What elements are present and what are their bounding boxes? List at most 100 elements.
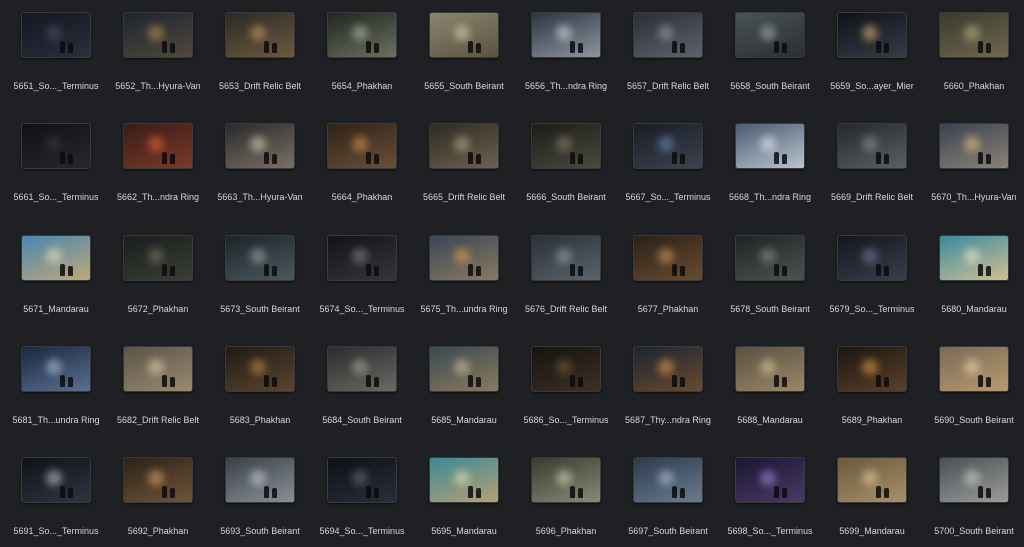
file-name[interactable]: 5665_Drift Relic Belt <box>413 192 515 202</box>
file-name[interactable]: 5663_Th...Hyura-Van <box>209 192 311 202</box>
file-name[interactable]: 5693_South Beirant <box>209 526 311 536</box>
file-name[interactable]: 5670_Th...Hyura-Van <box>923 192 1024 202</box>
file-name[interactable]: 5659_So...ayer_Mier <box>821 81 923 91</box>
file-name[interactable]: 5668_Th...ndra Ring <box>719 192 821 202</box>
file-thumbnail[interactable] <box>633 123 703 170</box>
file-name[interactable]: 5653_Drift Relic Belt <box>209 81 311 91</box>
file-thumbnail[interactable] <box>327 12 397 58</box>
file-name[interactable]: 5689_Phakhan <box>821 415 923 425</box>
file-name[interactable]: 5674_So..._Terminus <box>311 304 413 314</box>
file-name[interactable]: 5692_Phakhan <box>107 526 209 536</box>
file-thumbnail[interactable] <box>939 457 1009 504</box>
file-name[interactable]: 5684_South Beirant <box>311 415 413 425</box>
file-item[interactable]: 5690_South Beirant <box>923 334 1024 434</box>
file-name[interactable]: 5679_So..._Terminus <box>821 304 923 314</box>
file-item[interactable]: 5669_Drift Relic Belt <box>821 111 923 211</box>
file-item[interactable]: 5695_Mandarau <box>413 445 515 545</box>
file-item[interactable]: 5692_Phakhan <box>107 445 209 545</box>
file-name[interactable]: 5654_Phakhan <box>311 81 413 91</box>
file-item[interactable]: 5667_So..._Terminus <box>617 111 719 211</box>
file-name[interactable]: 5656_Th...ndra Ring <box>515 81 617 91</box>
file-name[interactable]: 5661_So..._Terminus <box>5 192 107 202</box>
file-item[interactable]: 5685_Mandarau <box>413 334 515 434</box>
file-name[interactable]: 5690_South Beirant <box>923 415 1024 425</box>
file-thumbnail[interactable] <box>123 345 193 392</box>
file-item[interactable]: 5687_Thy...ndra Ring <box>617 334 719 434</box>
file-name[interactable]: 5678_South Beirant <box>719 304 821 314</box>
file-item[interactable]: 5671_Mandarau <box>5 223 107 323</box>
file-thumbnail[interactable] <box>939 12 1009 58</box>
file-item[interactable]: 5698_So..._Terminus <box>719 445 821 545</box>
file-item[interactable]: 5679_So..._Terminus <box>821 223 923 323</box>
file-name[interactable]: 5687_Thy...ndra Ring <box>617 415 719 425</box>
file-thumbnail[interactable] <box>327 234 397 281</box>
file-thumbnail[interactable] <box>123 234 193 281</box>
file-item[interactable]: 5672_Phakhan <box>107 223 209 323</box>
file-item[interactable]: 5662_Th...ndra Ring <box>107 111 209 211</box>
file-name[interactable]: 5700_South Beirant <box>923 526 1024 536</box>
file-thumbnail[interactable] <box>837 345 907 392</box>
file-thumbnail[interactable] <box>225 345 295 392</box>
file-name[interactable]: 5696_Phakhan <box>515 526 617 536</box>
file-name[interactable]: 5666_South Beirant <box>515 192 617 202</box>
file-thumbnail[interactable] <box>735 234 805 281</box>
file-name[interactable]: 5698_So..._Terminus <box>719 526 821 536</box>
file-thumbnail[interactable] <box>21 12 91 58</box>
file-item[interactable]: 5696_Phakhan <box>515 445 617 545</box>
file-name[interactable]: 5685_Mandarau <box>413 415 515 425</box>
file-name[interactable]: 5686_So..._Terminus <box>515 415 617 425</box>
file-thumbnail[interactable] <box>123 12 193 58</box>
file-name[interactable]: 5681_Th...undra Ring <box>5 415 107 425</box>
file-item[interactable]: 5674_So..._Terminus <box>311 223 413 323</box>
file-item[interactable]: 5666_South Beirant <box>515 111 617 211</box>
file-item[interactable]: 5684_South Beirant <box>311 334 413 434</box>
file-item[interactable]: 5663_Th...Hyura-Van <box>209 111 311 211</box>
file-item[interactable]: 5694_So..._Terminus <box>311 445 413 545</box>
file-thumbnail[interactable] <box>633 234 703 281</box>
file-item[interactable]: 5691_So..._Terminus <box>5 445 107 545</box>
file-name[interactable]: 5657_Drift Relic Belt <box>617 81 719 91</box>
file-item[interactable]: 5697_South Beirant <box>617 445 719 545</box>
file-item[interactable]: 5670_Th...Hyura-Van <box>923 111 1024 211</box>
file-thumbnail[interactable] <box>531 345 601 392</box>
file-thumbnail[interactable] <box>837 12 907 58</box>
file-name[interactable]: 5671_Mandarau <box>5 304 107 314</box>
file-item[interactable]: 5655_South Beirant <box>413 0 515 100</box>
file-thumbnail[interactable] <box>939 123 1009 170</box>
file-item[interactable]: 5665_Drift Relic Belt <box>413 111 515 211</box>
file-item[interactable]: 5651_So..._Terminus <box>5 0 107 100</box>
file-thumbnail[interactable] <box>429 123 499 170</box>
file-thumbnail[interactable] <box>21 345 91 392</box>
file-thumbnail[interactable] <box>429 12 499 58</box>
file-thumbnail[interactable] <box>225 457 295 504</box>
file-thumbnail[interactable] <box>327 123 397 170</box>
file-name[interactable]: 5658_South Beirant <box>719 81 821 91</box>
file-thumbnail[interactable] <box>21 123 91 170</box>
file-thumbnail[interactable] <box>939 234 1009 281</box>
file-thumbnail[interactable] <box>735 123 805 170</box>
file-thumbnail[interactable] <box>939 345 1009 392</box>
file-thumbnail[interactable] <box>531 12 601 58</box>
file-name[interactable]: 5664_Phakhan <box>311 192 413 202</box>
file-item[interactable]: 5673_South Beirant <box>209 223 311 323</box>
file-item[interactable]: 5658_South Beirant <box>719 0 821 100</box>
file-item[interactable]: 5676_Drift Relic Belt <box>515 223 617 323</box>
file-thumbnail[interactable] <box>21 234 91 281</box>
file-thumbnail[interactable] <box>735 345 805 392</box>
file-thumbnail[interactable] <box>735 457 805 504</box>
file-thumbnail[interactable] <box>531 234 601 281</box>
file-item[interactable]: 5678_South Beirant <box>719 223 821 323</box>
file-thumbnail[interactable] <box>837 123 907 170</box>
file-name[interactable]: 5651_So..._Terminus <box>5 81 107 91</box>
file-name[interactable]: 5669_Drift Relic Belt <box>821 192 923 202</box>
file-thumbnail[interactable] <box>225 12 295 58</box>
file-thumbnail[interactable] <box>327 457 397 504</box>
file-item[interactable]: 5700_South Beirant <box>923 445 1024 545</box>
file-thumbnail[interactable] <box>327 345 397 392</box>
file-item[interactable]: 5682_Drift Relic Belt <box>107 334 209 434</box>
file-item[interactable]: 5675_Th...undra Ring <box>413 223 515 323</box>
file-name[interactable]: 5676_Drift Relic Belt <box>515 304 617 314</box>
file-item[interactable]: 5688_Mandarau <box>719 334 821 434</box>
file-name[interactable]: 5655_South Beirant <box>413 81 515 91</box>
file-thumbnail[interactable] <box>837 457 907 504</box>
